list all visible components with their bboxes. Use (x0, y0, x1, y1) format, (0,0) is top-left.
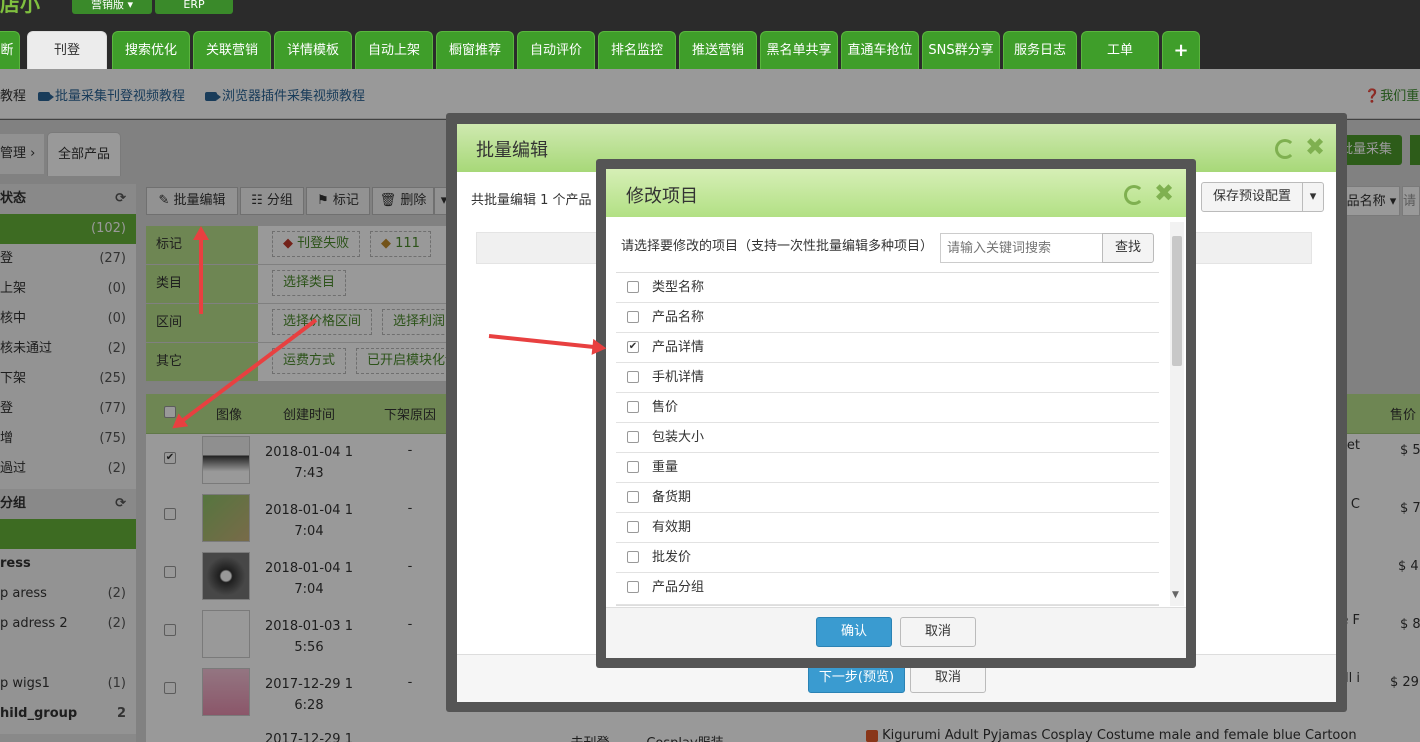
tab-rank-monitor[interactable]: 排名监控 (598, 31, 676, 69)
main-nav: 断 刊登 搜索优化 关联营销 详情模板 自动上架 橱窗推荐 自动评价 排名监控 … (0, 30, 1420, 69)
items-cancel-button[interactable]: 取消 (900, 617, 976, 647)
item-checkbox[interactable] (627, 401, 639, 413)
batch-count-text: 共批量编辑 1 个产品 (471, 193, 592, 208)
item-checkbox[interactable] (627, 551, 639, 563)
list-item[interactable]: ✔ 产品详情 (616, 333, 1159, 363)
item-checkbox[interactable] (627, 431, 639, 443)
item-checkbox[interactable] (627, 521, 639, 533)
list-item[interactable]: 类型名称 (616, 273, 1159, 303)
erp-link[interactable]: ERP (155, 0, 233, 14)
edit-items-title: 修改项目 (626, 186, 698, 207)
scroll-down-icon[interactable]: ▼ (1172, 590, 1182, 602)
item-checkbox[interactable] (627, 581, 639, 593)
item-checkbox[interactable] (627, 281, 639, 293)
app-logo: 店小 (0, 0, 40, 14)
confirm-button[interactable]: 确认 (816, 617, 892, 647)
caret-down-icon: ▾ (1309, 189, 1317, 204)
preset-dropdown[interactable]: ▾ (1302, 182, 1324, 212)
tab-sns-share[interactable]: SNS群分享 (922, 31, 1000, 69)
refresh-icon[interactable] (1124, 185, 1144, 205)
tab-related-marketing[interactable]: 关联营销 (193, 31, 271, 69)
item-checkbox[interactable] (627, 311, 639, 323)
tab-push-marketing[interactable]: 推送营销 (679, 31, 757, 69)
tab-auto-review[interactable]: 自动评价 (517, 31, 595, 69)
tab-partial[interactable]: 断 (0, 31, 20, 69)
list-item[interactable]: 备货期 (616, 483, 1159, 513)
close-icon[interactable]: ✖ (1305, 135, 1325, 159)
item-checkbox[interactable] (627, 491, 639, 503)
save-preset-button[interactable]: 保存预设配置 (1201, 182, 1303, 212)
add-tab-button[interactable]: + (1162, 31, 1200, 69)
scrollbar-thumb[interactable] (1172, 236, 1182, 366)
close-icon[interactable]: ✖ (1154, 181, 1174, 205)
list-item[interactable]: 售价 (616, 393, 1159, 423)
tab-blacklist-share[interactable]: 黑名单共享 (760, 31, 838, 69)
list-item[interactable]: 手机详情 (616, 363, 1159, 393)
tab-listing[interactable]: 刊登 (27, 31, 107, 69)
item-search-button[interactable]: 查找 (1102, 233, 1154, 263)
annotation-arrow (199, 236, 203, 314)
edition-selector[interactable]: 营销版 ▾ (72, 0, 152, 14)
edit-items-instruction: 请选择要修改的项目（支持一次性批量编辑多种项目） (621, 239, 934, 254)
tab-detail-template[interactable]: 详情模板 (274, 31, 352, 69)
list-item[interactable]: 产品分组 (616, 573, 1159, 605)
list-item[interactable]: 有效期 (616, 513, 1159, 543)
batch-edit-title: 批量编辑 (476, 140, 548, 161)
tab-auto-shelf[interactable]: 自动上架 (355, 31, 433, 69)
tab-search-optimize[interactable]: 搜索优化 (112, 31, 190, 69)
tab-work-order[interactable]: 工单 (1081, 31, 1159, 69)
list-item[interactable]: 重量 (616, 453, 1159, 483)
tab-window-recommend[interactable]: 橱窗推荐 (436, 31, 514, 69)
item-checkbox[interactable] (627, 371, 639, 383)
list-item[interactable]: 产品名称 (616, 303, 1159, 333)
refresh-icon[interactable] (1275, 139, 1295, 159)
item-checkbox-checked[interactable]: ✔ (627, 341, 639, 353)
tab-through-train[interactable]: 直通车抢位 (841, 31, 919, 69)
tab-service-log[interactable]: 服务日志 (1003, 31, 1077, 69)
list-item[interactable]: 批发价 (616, 543, 1159, 573)
list-item[interactable]: 包装大小 (616, 423, 1159, 453)
edit-items-footer (606, 607, 1186, 658)
item-checkbox[interactable] (627, 461, 639, 473)
item-search-input[interactable] (940, 233, 1103, 263)
